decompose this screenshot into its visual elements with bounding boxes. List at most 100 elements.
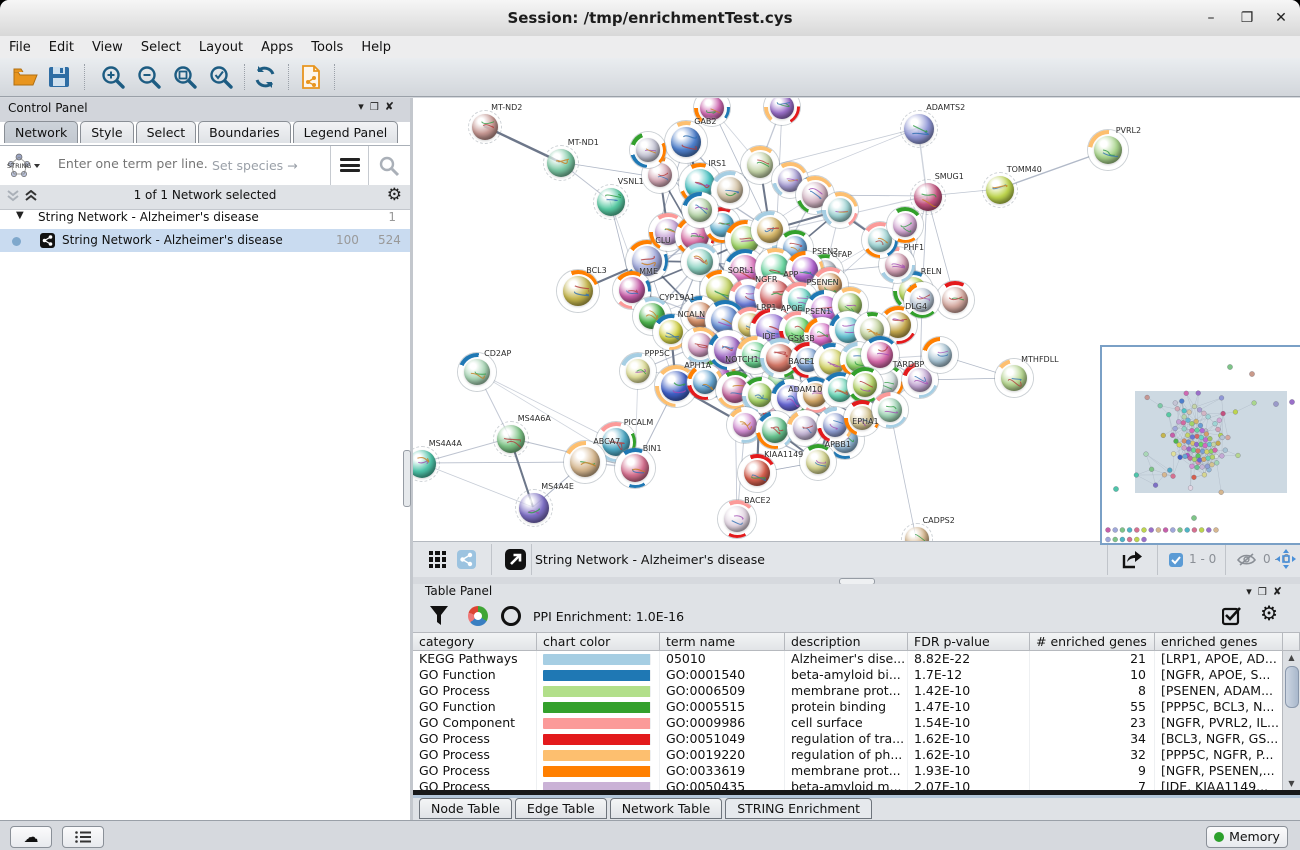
string-query-input[interactable] xyxy=(56,155,210,172)
column-header[interactable]: # enriched genes xyxy=(1030,632,1155,651)
table-row[interactable]: GO ProcessGO:0051049regulation of tra...… xyxy=(413,731,1300,747)
zoom-selected-icon[interactable] xyxy=(208,64,234,90)
column-header[interactable]: chart color xyxy=(537,632,660,651)
network-collection-row[interactable]: ▼ String Network - Alzheimer's disease 1 xyxy=(0,206,410,229)
network-node-tomm40[interactable] xyxy=(982,172,1018,208)
zoom-in-icon[interactable] xyxy=(100,64,126,90)
menu-select[interactable]: Select xyxy=(132,38,190,55)
scroll-up-arrow[interactable]: ▲ xyxy=(1283,651,1300,664)
string-search-icon[interactable] xyxy=(378,155,400,177)
network-node-bace2[interactable] xyxy=(718,500,756,538)
network-node-vsnl1[interactable] xyxy=(593,184,629,220)
string-options-icon[interactable] xyxy=(340,158,360,172)
close-button[interactable]: ✕ xyxy=(1270,8,1292,28)
select-terms-checkbox-icon[interactable] xyxy=(1222,606,1242,626)
minimize-button[interactable]: – xyxy=(1200,8,1222,28)
tab-boundaries[interactable]: Boundaries xyxy=(198,121,290,143)
menu-tools[interactable]: Tools xyxy=(302,38,352,55)
table-vertical-scrollbar[interactable]: ▲ ▼ xyxy=(1282,651,1300,790)
table-panel-splitter[interactable] xyxy=(413,577,1300,584)
navigator-crosshair-icon[interactable] xyxy=(1275,548,1297,570)
table-row[interactable]: GO ComponentGO:0009986cell surface1.54E-… xyxy=(413,715,1300,731)
network-node-mt-nd2[interactable] xyxy=(468,110,502,144)
network-overview-inset[interactable] xyxy=(1100,345,1300,545)
panel-splitter-grip[interactable] xyxy=(403,450,411,507)
zoom-fit-icon[interactable] xyxy=(172,64,198,90)
panel-menu-icon[interactable]: ▾ xyxy=(358,100,370,113)
tab-legend-panel[interactable]: Legend Panel xyxy=(293,121,399,143)
network-node[interactable] xyxy=(904,282,940,318)
network-node-adamts2[interactable] xyxy=(900,110,938,148)
network-node[interactable] xyxy=(922,337,958,373)
network-node[interactable] xyxy=(887,207,923,243)
network-options-gear-icon[interactable]: ⚙ xyxy=(387,185,402,205)
grid-view-icon[interactable] xyxy=(429,551,446,568)
string-logo-icon[interactable]: STRING xyxy=(6,152,40,180)
cloud-jobs-button[interactable]: ☁ xyxy=(10,826,52,848)
network-node-mthfdll[interactable] xyxy=(995,359,1033,397)
table-row[interactable]: KEGG Pathways05010Alzheimer's dise...8.8… xyxy=(413,651,1300,667)
network-node-ms4a4e[interactable] xyxy=(515,489,553,527)
table-row[interactable]: GO ProcessGO:0050435beta-amyloid m...2.0… xyxy=(413,779,1300,790)
tab-select[interactable]: Select xyxy=(136,121,197,143)
network-node-ms4a6a[interactable] xyxy=(493,421,529,457)
network-node-bcl3[interactable] xyxy=(557,270,599,312)
menu-view[interactable]: View xyxy=(83,38,132,55)
table-row[interactable]: GO FunctionGO:0001540beta-amyloid bi...1… xyxy=(413,667,1300,683)
task-history-button[interactable] xyxy=(62,826,104,848)
open-in-window-icon[interactable] xyxy=(505,549,526,570)
close-panel-icon[interactable]: ✘ xyxy=(1273,585,1288,598)
chart-color-palette-icon[interactable] xyxy=(468,606,488,626)
column-header[interactable]: FDR p-value xyxy=(908,632,1030,651)
export-network-icon[interactable] xyxy=(1121,549,1143,570)
network-node-kiaa1149[interactable] xyxy=(738,454,776,492)
refresh-icon[interactable] xyxy=(252,64,278,90)
menu-layout[interactable]: Layout xyxy=(190,38,252,55)
network-node[interactable] xyxy=(822,192,858,228)
collection-expand-icon[interactable]: ▼ xyxy=(16,210,24,221)
network-node-gab2[interactable] xyxy=(665,121,707,163)
draw-donut-chart-icon[interactable] xyxy=(501,606,521,626)
memory-button[interactable]: Memory xyxy=(1206,826,1288,848)
maximize-button[interactable]: ❐ xyxy=(1236,8,1258,28)
open-session-icon[interactable] xyxy=(12,64,38,90)
column-header[interactable]: category xyxy=(413,632,537,651)
network-node-bin1[interactable] xyxy=(615,448,655,488)
settings-gear-icon[interactable]: ⚙ xyxy=(1260,601,1278,625)
table-row[interactable]: GO ProcessGO:0019220regulation of ph...1… xyxy=(413,747,1300,763)
menu-file[interactable]: File xyxy=(0,38,40,55)
column-header[interactable] xyxy=(1283,632,1300,651)
hidden-count-eye-icon[interactable] xyxy=(1237,552,1256,567)
network-node-cd2ap[interactable] xyxy=(458,353,496,391)
column-header[interactable]: enriched genes xyxy=(1155,632,1283,651)
tab-style[interactable]: Style xyxy=(80,121,133,143)
zoom-out-icon[interactable] xyxy=(136,64,162,90)
network-node-pvrl2[interactable] xyxy=(1088,130,1128,170)
table-row[interactable]: GO FunctionGO:0005515protein binding1.47… xyxy=(413,699,1300,715)
panel-menu-icon[interactable]: ▾ xyxy=(1246,585,1258,598)
scroll-down-arrow[interactable]: ▼ xyxy=(1283,777,1300,790)
network-from-file-icon[interactable] xyxy=(298,64,324,90)
string-view-icon[interactable] xyxy=(457,550,476,569)
network-node[interactable] xyxy=(682,192,718,228)
scrollbar-thumb[interactable] xyxy=(1285,666,1299,708)
selected-count-checkbox-icon[interactable] xyxy=(1169,553,1183,567)
menu-help[interactable]: Help xyxy=(352,38,400,55)
save-session-icon[interactable] xyxy=(46,64,72,90)
tab-network[interactable]: Network xyxy=(4,121,78,143)
column-header[interactable]: term name xyxy=(660,632,785,651)
network-node[interactable] xyxy=(936,281,974,319)
network-node-apbb1[interactable] xyxy=(800,444,836,480)
tab-node-table[interactable]: Node Table xyxy=(419,798,512,819)
table-row[interactable]: GO ProcessGO:0033619membrane prot...1.93… xyxy=(413,763,1300,779)
collapse-all-icon[interactable] xyxy=(6,190,20,202)
expand-all-icon[interactable] xyxy=(24,190,38,202)
close-panel-icon[interactable]: ✘ xyxy=(385,100,400,113)
filter-icon[interactable] xyxy=(429,605,449,627)
species-hint[interactable]: Set species → xyxy=(212,158,298,173)
menu-edit[interactable]: Edit xyxy=(40,38,83,55)
float-panel-icon[interactable]: ❒ xyxy=(1258,587,1273,598)
column-header[interactable]: description xyxy=(785,632,908,651)
network-row-selected[interactable]: String Network - Alzheimer's disease 100… xyxy=(0,229,410,252)
network-node-ppp5c[interactable] xyxy=(620,353,656,389)
